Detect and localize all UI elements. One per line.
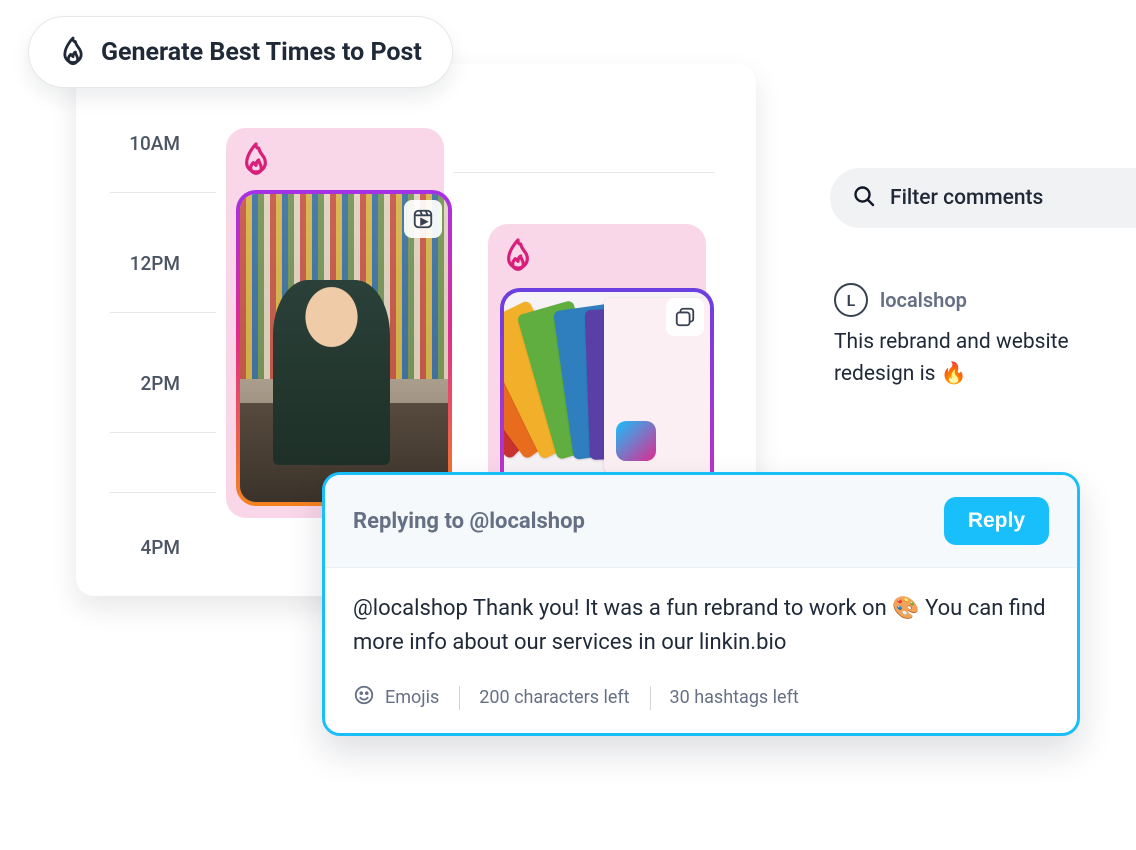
reply-footer: Emojis 200 characters left 30 hashtags l…: [325, 668, 1077, 733]
time-rule: [110, 492, 216, 493]
reels-icon: [404, 200, 442, 238]
flame-icon: [240, 140, 272, 180]
reply-composer: Replying to @localshop Reply @localshop …: [322, 472, 1080, 736]
time-label-10am: 10AM: [76, 132, 194, 155]
hashtags-left: 30 hashtags left: [650, 687, 819, 708]
generate-pill-label: Generate Best Times to Post: [101, 38, 422, 67]
reply-heading: Replying to @localshop: [353, 509, 585, 534]
filter-label: Filter comments: [890, 186, 1043, 210]
reply-textarea[interactable]: @localshop Thank you! It was a fun rebra…: [325, 568, 1077, 668]
comment-username: localshop: [880, 288, 967, 312]
time-rule: [110, 192, 216, 193]
emojis-label: Emojis: [385, 687, 439, 708]
search-icon: [852, 184, 876, 212]
post-thumbnail: [240, 194, 448, 502]
carousel-icon: [666, 298, 704, 336]
generate-best-times-pill[interactable]: Generate Best Times to Post: [28, 16, 453, 88]
time-rule: [110, 432, 216, 433]
comment-header: L localshop: [834, 283, 1130, 317]
reply-button[interactable]: Reply: [944, 497, 1049, 545]
smile-icon: [353, 684, 375, 711]
comment[interactable]: L localshop This rebrand and website red…: [834, 283, 1130, 390]
grid-rule: [454, 172, 714, 173]
emoji-picker-button[interactable]: Emojis: [353, 684, 459, 711]
flame-icon: [502, 236, 534, 276]
reply-header: Replying to @localshop Reply: [325, 475, 1077, 568]
time-label-12pm: 12PM: [76, 252, 194, 275]
time-label-4pm: 4PM: [76, 536, 194, 559]
avatar-letter: L: [847, 291, 856, 310]
scheduled-post-reel[interactable]: [236, 190, 452, 506]
comment-text: This rebrand and website redesign is 🔥: [834, 327, 1130, 390]
time-label-2pm: 2PM: [76, 372, 194, 395]
avatar: L: [834, 283, 868, 317]
filter-comments-button[interactable]: Filter comments: [830, 168, 1136, 228]
scheduled-post-carousel[interactable]: [500, 288, 714, 496]
characters-left: 200 characters left: [459, 687, 649, 708]
time-rule: [110, 312, 216, 313]
flame-icon: [59, 35, 87, 69]
